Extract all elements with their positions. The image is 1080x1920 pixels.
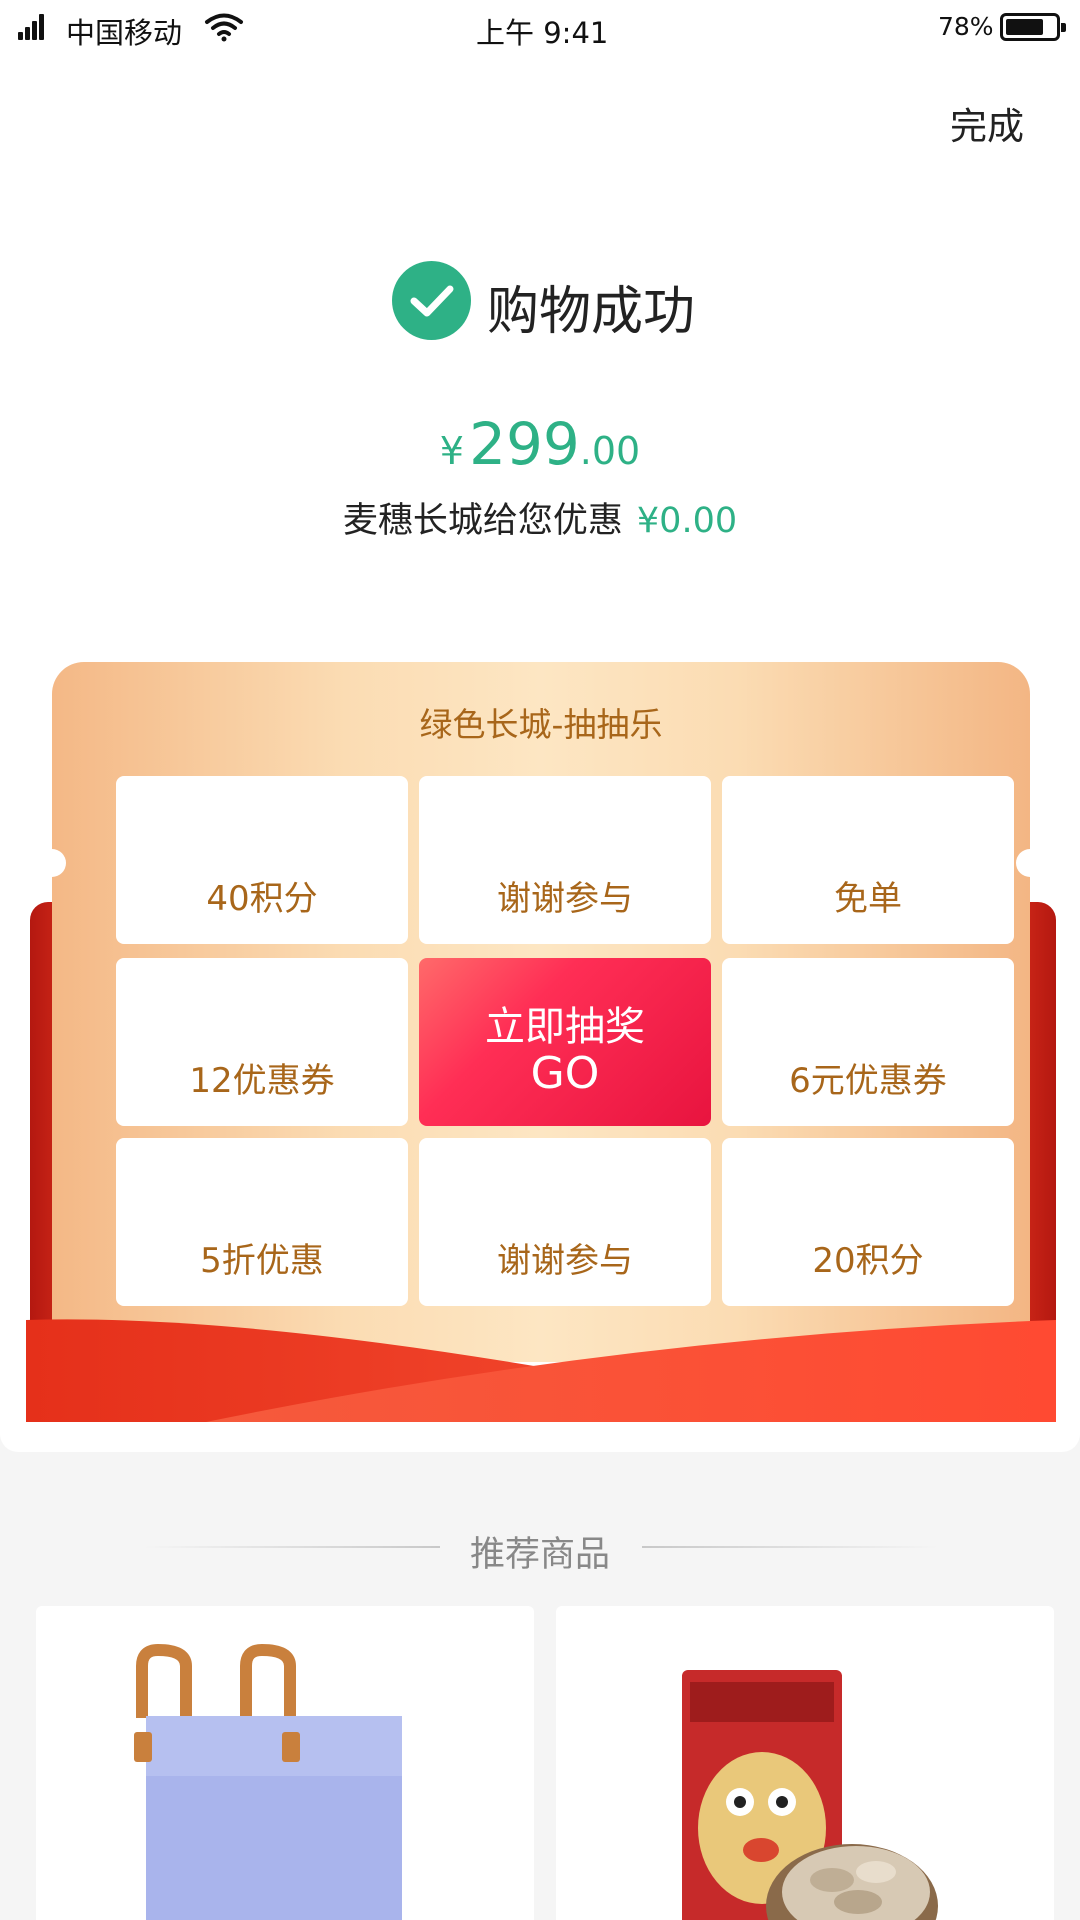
currency-symbol: ¥ xyxy=(439,429,464,473)
lottery-title: 绿色长城-抽抽乐 xyxy=(419,705,663,744)
draw-go-button[interactable]: 立即抽奖 GO xyxy=(419,958,711,1126)
prize-label: 40积分 xyxy=(206,879,318,919)
prize-cell[interactable]: 谢谢参与 xyxy=(419,1138,711,1306)
battery-percent: 78% xyxy=(938,12,994,41)
battery-level xyxy=(1006,19,1043,35)
prize-cell[interactable]: 5折优惠 xyxy=(116,1138,408,1306)
carrier-name: 中国移动 xyxy=(66,16,183,50)
success-header: 购物成功 xyxy=(392,261,732,342)
status-bar: 中国移动 上午 9:41 78% xyxy=(0,0,1080,56)
discount-label: 麦穗长城给您优惠 xyxy=(342,501,623,541)
lottery-board: 绿色长城-抽抽乐 40积分 谢谢参与 免单 12优惠券 立即抽奖 GO 6元优惠… xyxy=(26,660,1056,1422)
product-card[interactable] xyxy=(36,1606,534,1920)
success-title: 购物成功 xyxy=(487,282,696,342)
prize-cell[interactable]: 12优惠券 xyxy=(116,958,408,1126)
status-time: 上午 9:41 xyxy=(476,16,609,50)
check-circle-icon xyxy=(392,261,471,340)
prize-label: 20积分 xyxy=(812,1241,924,1281)
prize-cell[interactable]: 免单 xyxy=(722,776,1014,944)
prize-label: 谢谢参与 xyxy=(497,879,633,919)
ticket-notch-left xyxy=(38,849,66,877)
draw-label: 立即抽奖 xyxy=(485,1004,645,1050)
prize-label: 谢谢参与 xyxy=(497,1241,633,1281)
prize-cell[interactable]: 6元优惠券 xyxy=(722,958,1014,1126)
prize-label: 5折优惠 xyxy=(200,1241,324,1281)
lottery-ticket: 绿色长城-抽抽乐 40积分 谢谢参与 免单 12优惠券 立即抽奖 GO 6元优惠… xyxy=(38,662,1044,1362)
done-button[interactable]: 完成 xyxy=(950,96,1024,150)
laptop-bag-image xyxy=(134,1643,402,1920)
prize-cell[interactable]: 谢谢参与 xyxy=(419,776,711,944)
amount-integer: 299 xyxy=(469,410,580,478)
snack-package-image xyxy=(682,1670,938,1920)
envelope-front xyxy=(26,1319,1056,1422)
prize-label: 12优惠券 xyxy=(189,1061,335,1101)
wifi-icon xyxy=(205,13,243,42)
battery-icon xyxy=(1000,13,1066,41)
recommend-title: 推荐商品 xyxy=(469,1535,610,1575)
signal-icon xyxy=(18,14,48,40)
ticket-notch-right xyxy=(1016,849,1044,877)
discount-line: 麦穗长城给您优惠 ¥0.00 xyxy=(0,492,1080,543)
amount-decimal: .00 xyxy=(579,429,641,473)
divider-right xyxy=(642,1546,938,1548)
product-card[interactable] xyxy=(556,1606,1054,1920)
prize-label: 6元优惠券 xyxy=(789,1061,947,1101)
prize-cell[interactable]: 20积分 xyxy=(722,1138,1014,1306)
prize-cell[interactable]: 40积分 xyxy=(116,776,408,944)
go-label: GO xyxy=(530,1048,600,1099)
prize-label: 免单 xyxy=(834,879,902,919)
discount-value: ¥0.00 xyxy=(636,501,738,541)
paid-amount: ¥ 299.00 xyxy=(0,410,1080,478)
